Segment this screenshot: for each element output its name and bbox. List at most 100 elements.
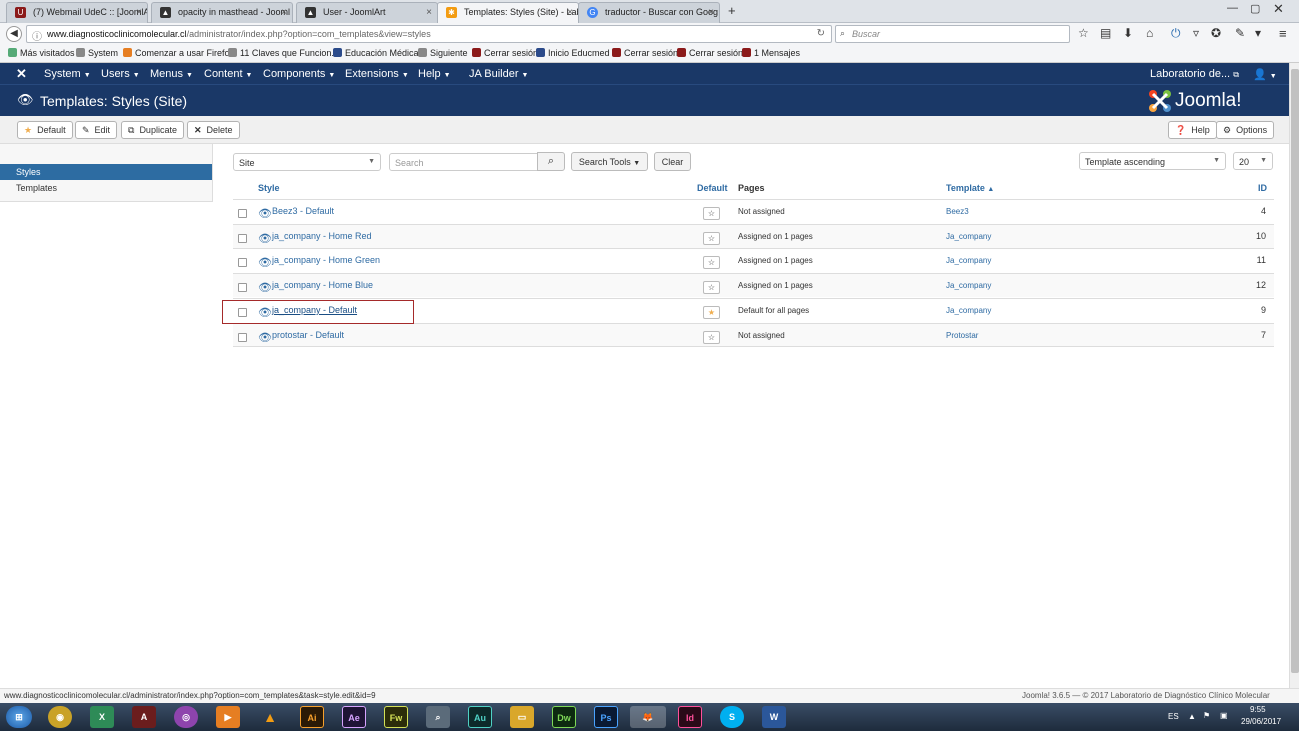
clock-date[interactable]: 29/06/2017 bbox=[1241, 717, 1281, 726]
clock-time[interactable]: 9:55 bbox=[1250, 705, 1266, 714]
delete-button[interactable]: ✕ Delete bbox=[187, 121, 240, 139]
scrollbar-thumb[interactable] bbox=[1291, 69, 1299, 673]
close-tab-icon[interactable]: × bbox=[708, 7, 714, 18]
style-link[interactable]: ja_company - Home Red bbox=[272, 231, 372, 241]
back-button-icon[interactable]: ◀ bbox=[6, 26, 22, 42]
row-checkbox[interactable] bbox=[238, 283, 247, 292]
pocket-icon[interactable]: ✎ bbox=[1235, 26, 1245, 40]
network-icon[interactable]: ▣ bbox=[1220, 711, 1228, 720]
bookmark-item[interactable]: Cerrar sesión bbox=[472, 48, 538, 58]
style-link[interactable]: ja_company - Home Blue bbox=[272, 280, 373, 290]
style-link[interactable]: protostar - Default bbox=[272, 330, 344, 340]
excel-app-icon[interactable]: X bbox=[90, 706, 114, 728]
url-bar[interactable]: ⓘ www.diagnosticoclinicomolecular.cl/adm… bbox=[26, 25, 832, 43]
row-checkbox[interactable] bbox=[238, 209, 247, 218]
menu-content[interactable]: Content ▼ bbox=[204, 68, 252, 80]
template-link[interactable]: Ja_company bbox=[946, 306, 991, 315]
browser-tab[interactable]: ▲ opacity in masthead - Jooml × bbox=[151, 2, 293, 23]
style-link[interactable]: Beez3 - Default bbox=[272, 206, 334, 216]
home-icon[interactable]: ⌂ bbox=[1146, 26, 1153, 40]
set-default-star-icon[interactable]: ☆ bbox=[703, 331, 720, 344]
after-effects-app-icon[interactable]: Ae bbox=[342, 706, 366, 728]
photoshop-app-icon[interactable]: Ps bbox=[594, 706, 618, 728]
search-input[interactable]: Search bbox=[389, 153, 538, 171]
explorer-search-app-icon[interactable]: ⌕ bbox=[426, 706, 450, 728]
joomla-logo-icon[interactable]: ✕ bbox=[16, 66, 27, 82]
edit-button[interactable]: ✎ Edit bbox=[75, 121, 118, 139]
duplicate-button[interactable]: ⧉ Duplicate bbox=[121, 121, 184, 139]
sidebar-item-styles[interactable]: Styles bbox=[0, 164, 212, 180]
set-default-star-icon[interactable]: ☆ bbox=[703, 256, 720, 269]
close-tab-icon[interactable]: × bbox=[426, 7, 432, 18]
row-checkbox[interactable] bbox=[238, 234, 247, 243]
acrobat-app-icon[interactable]: A bbox=[132, 706, 156, 728]
illustrator-app-icon[interactable]: Ai bbox=[300, 706, 324, 728]
set-default-star-icon[interactable]: ☆ bbox=[703, 232, 720, 245]
new-tab-button[interactable]: + bbox=[728, 3, 736, 18]
column-header-default[interactable]: Default bbox=[697, 183, 728, 193]
ordering-select[interactable]: Template ascending ▼ bbox=[1079, 152, 1226, 170]
column-header-style[interactable]: Style bbox=[258, 183, 280, 193]
maximize-icon[interactable]: ▢ bbox=[1250, 2, 1260, 15]
browser-search-input[interactable]: ⌕ Buscar bbox=[835, 25, 1070, 43]
browser-tab[interactable]: ▲ User - JoomlArt × bbox=[296, 2, 438, 23]
overflow-icon[interactable]: ▾ bbox=[1255, 26, 1261, 40]
bookmark-item[interactable]: System bbox=[76, 48, 118, 58]
set-default-star-icon[interactable]: ☆ bbox=[703, 281, 720, 294]
template-link[interactable]: Protostar bbox=[946, 331, 978, 340]
bookmark-item[interactable]: Educación Médica bbox=[333, 48, 419, 58]
close-tab-icon[interactable]: × bbox=[281, 7, 287, 18]
template-link[interactable]: Ja_company bbox=[946, 281, 991, 290]
client-select[interactable]: Site ▼ bbox=[233, 153, 381, 171]
start-button-icon[interactable]: ⊞ bbox=[6, 706, 32, 728]
menu-components[interactable]: Components ▼ bbox=[263, 68, 335, 80]
info-icon[interactable]: ⓘ bbox=[32, 28, 42, 43]
word-app-icon[interactable]: W bbox=[762, 706, 786, 728]
close-tab-icon[interactable]: × bbox=[136, 7, 142, 18]
folder-app-icon[interactable]: ▭ bbox=[510, 706, 534, 728]
style-link[interactable]: ja_company - Home Green bbox=[272, 255, 380, 265]
download-icon[interactable]: ⬇ bbox=[1123, 26, 1133, 40]
reading-list-icon[interactable]: ▤ bbox=[1100, 26, 1111, 40]
options-button[interactable]: ⚙ Options bbox=[1216, 121, 1275, 139]
extension-icon[interactable]: ⏻ bbox=[1171, 26, 1181, 41]
bookmark-star-icon[interactable]: ☆ bbox=[1078, 26, 1089, 40]
bookmark-item[interactable]: Inicio Educmed bbox=[536, 48, 610, 58]
firefox-app-icon[interactable]: 🦊 bbox=[630, 706, 666, 728]
scrollbar[interactable] bbox=[1289, 63, 1299, 689]
bookmark-item[interactable]: Más visitados bbox=[8, 48, 75, 58]
template-link[interactable]: Ja_company bbox=[946, 232, 991, 241]
flag-icon[interactable]: ⚑ bbox=[1203, 711, 1210, 720]
template-link[interactable]: Ja_company bbox=[946, 256, 991, 265]
bookmark-item[interactable]: Cerrar sesión bbox=[677, 48, 743, 58]
sidebar-item-templates[interactable]: Templates bbox=[0, 180, 212, 196]
bookmark-item[interactable]: Comenzar a usar Firefox bbox=[123, 48, 234, 58]
close-tab-icon[interactable]: × bbox=[567, 7, 573, 18]
bookmark-item[interactable]: 11 Claves que Funcion... bbox=[228, 48, 339, 58]
indesign-app-icon[interactable]: Id bbox=[678, 706, 702, 728]
row-checkbox[interactable] bbox=[238, 258, 247, 267]
reload-icon[interactable]: ↻ bbox=[817, 28, 825, 39]
default-star-icon[interactable]: ★ bbox=[703, 306, 720, 319]
default-button[interactable]: ★ Default bbox=[17, 121, 73, 139]
user-menu[interactable]: 👤 ▼ bbox=[1253, 68, 1277, 81]
bookmark-item[interactable]: Cerrar sesión bbox=[612, 48, 678, 58]
help-button[interactable]: ❓ Help bbox=[1168, 121, 1217, 139]
browser-tab-active[interactable]: ✱ Templates: Styles (Site) - Lab × bbox=[437, 2, 579, 23]
column-header-id[interactable]: ID bbox=[1258, 183, 1267, 193]
browser-tab[interactable]: U (7) Webmail UdeC :: [JoomlA × bbox=[6, 2, 148, 23]
tray-arrow-icon[interactable]: ▲ bbox=[1188, 712, 1196, 721]
set-default-star-icon[interactable]: ☆ bbox=[703, 207, 720, 220]
menu-ja-builder[interactable]: JA Builder ▼ bbox=[469, 68, 528, 80]
media-app-icon[interactable]: ◎ bbox=[174, 706, 198, 728]
column-header-template[interactable]: Template ▲ bbox=[946, 183, 994, 193]
search-tools-button[interactable]: Search Tools ▼ bbox=[571, 152, 648, 171]
menu-system[interactable]: System ▼ bbox=[44, 68, 91, 80]
limit-select[interactable]: 20 ▼ bbox=[1233, 152, 1273, 170]
fireworks-app-icon[interactable]: Fw bbox=[384, 706, 408, 728]
menu-users[interactable]: Users ▼ bbox=[101, 68, 140, 80]
dreamweaver-app-icon[interactable]: Dw bbox=[552, 706, 576, 728]
clear-button[interactable]: Clear bbox=[654, 152, 691, 171]
row-checkbox[interactable] bbox=[238, 333, 247, 342]
menu-hamburger-icon[interactable]: ≡ bbox=[1279, 26, 1287, 41]
